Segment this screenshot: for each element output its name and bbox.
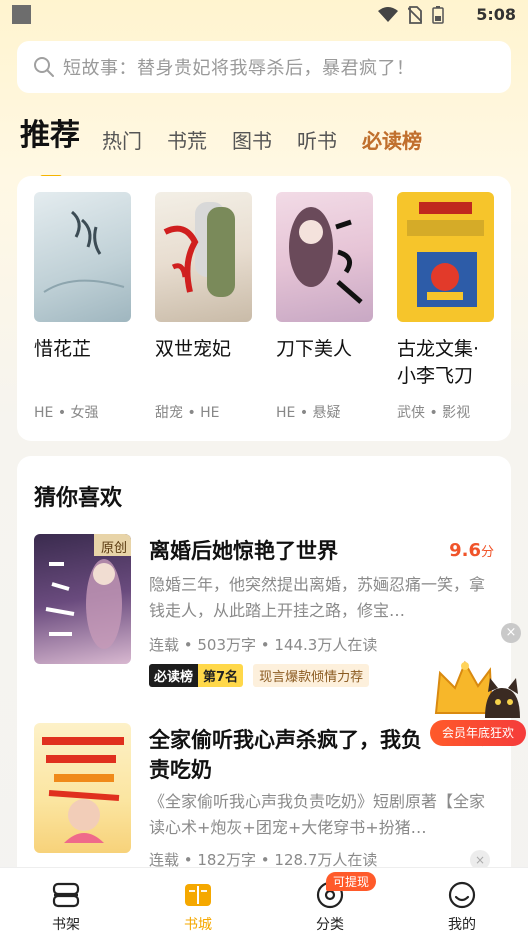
book-title: 惜花芷: [34, 338, 92, 360]
withdraw-badge: 可提现: [326, 872, 377, 891]
tab-bar: 推荐 热门 书荒 图书 听书 必读榜: [20, 110, 447, 180]
book-cover[interactable]: [397, 192, 494, 322]
bookshelf-icon: [52, 882, 80, 908]
book-tags: 武侠 • 影视: [397, 405, 471, 421]
rank-badge[interactable]: 必读榜 第7名: [149, 664, 244, 687]
original-badge: 原创: [100, 541, 127, 556]
book-item[interactable]: 古龙文集·小李飞刀 武侠 • 影视: [397, 192, 494, 422]
wifi-icon: [378, 7, 398, 22]
bottom-nav: 书架 书城 分类 可提现 我的: [0, 867, 528, 940]
tab-must-read-chart[interactable]: 必读榜: [362, 125, 422, 154]
battery-icon: [432, 6, 444, 24]
nav-label: 我的: [448, 917, 476, 933]
tab-recommend[interactable]: 推荐: [20, 110, 80, 180]
status-bar: 5:08: [0, 0, 528, 32]
book-cover[interactable]: [34, 192, 131, 322]
book-item[interactable]: 惜花芷 HE • 女强: [34, 192, 131, 422]
nav-label: 书架: [52, 917, 80, 933]
tab-audiobooks[interactable]: 听书: [297, 125, 337, 154]
book-item[interactable]: 刀下美人 HE • 悬疑: [276, 192, 373, 422]
book-score: 9.6分: [449, 540, 494, 561]
nav-label: 分类: [316, 917, 344, 933]
book-meta: 连载 • 503万字 • 144.3万人在读: [149, 636, 378, 654]
book-cover[interactable]: 原创: [34, 534, 131, 664]
book-item[interactable]: 双世宠妃 甜宠 • HE: [155, 192, 252, 422]
book-title: 刀下美人: [276, 338, 353, 360]
book-store-icon: [185, 884, 211, 906]
featured-books-card: 惜花芷 HE • 女强 双世宠妃 甜宠 • HE 刀下美人 HE • 悬疑 古龙…: [17, 176, 511, 441]
crown-cat-icon: [434, 660, 520, 718]
promo-float[interactable]: 会员年底狂欢: [430, 658, 526, 748]
no-sim-icon: [408, 6, 422, 24]
search-placeholder: 短故事：替身贵妃将我辱杀后，暴君疯了！: [63, 58, 415, 79]
book-tags: HE • 悬疑: [276, 405, 341, 421]
book-tags: 甜宠 • HE: [155, 405, 220, 421]
book-cover[interactable]: [276, 192, 373, 322]
recommend-tag: 现言爆款倾情力荐: [253, 664, 370, 687]
book-cover[interactable]: [34, 723, 131, 853]
nav-bookstore[interactable]: 书城: [132, 868, 264, 940]
promo-close-button[interactable]: ×: [501, 623, 521, 643]
list-item[interactable]: 全家偷听我心声杀疯了，我负责吃奶 9.7分 《全家偷听我心声我负责吃奶》短剧原著…: [34, 723, 494, 883]
book-title: 古龙文集·小李飞刀: [397, 338, 480, 387]
nav-profile[interactable]: 我的: [396, 868, 528, 940]
nav-category[interactable]: 分类 可提现: [264, 868, 396, 940]
nav-label: 书城: [184, 917, 212, 933]
list-item[interactable]: 原创 离婚后她惊艳了世界 9.6分 隐婚三年，他突然提出离婚，苏婳忍痛一笑，拿钱…: [34, 534, 494, 694]
search-bar[interactable]: 短故事：替身贵妃将我辱杀后，暴君疯了！: [17, 41, 511, 93]
tab-books[interactable]: 图书: [232, 125, 272, 154]
clock: 5:08: [476, 5, 516, 24]
book-description: 《全家偷听我心声我负责吃奶》短剧原著【全家读心术+炮灰+团宠+大佬穿书+扮猪…: [149, 792, 486, 837]
nav-bookshelf[interactable]: 书架: [0, 868, 132, 940]
book-title: 双世宠妃: [155, 338, 232, 360]
tab-book-shortage[interactable]: 书荒: [167, 125, 207, 154]
tab-hot[interactable]: 热门: [102, 125, 142, 154]
profile-icon: [448, 881, 476, 909]
book-tags: HE • 女强: [34, 405, 99, 421]
book-description: 隐婚三年，他突然提出离婚，苏婳忍痛一笑，拿钱走人，从此踏上开挂之路，修宝…: [149, 575, 486, 620]
section-title: 猜你喜欢: [34, 486, 123, 511]
book-title: 离婚后她惊艳了世界: [149, 539, 338, 563]
search-icon: [34, 57, 54, 77]
book-title: 全家偷听我心声杀疯了，我负责吃奶: [149, 728, 422, 782]
notification-icon: [12, 5, 31, 24]
promo-label: 会员年底狂欢: [430, 720, 526, 746]
book-cover[interactable]: [155, 192, 252, 322]
